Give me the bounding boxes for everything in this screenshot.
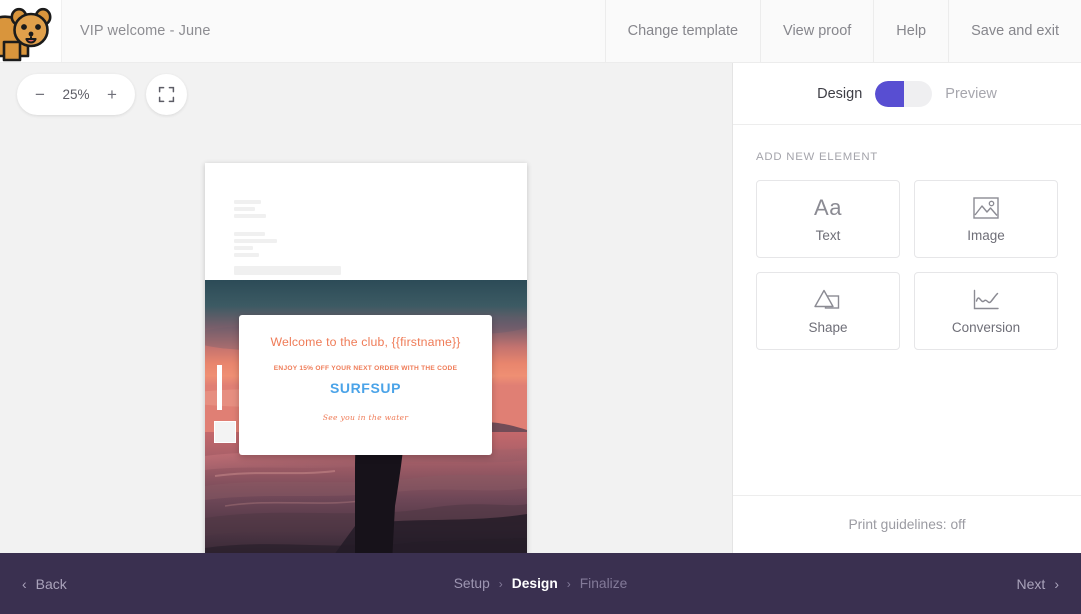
top-bar: VIP welcome - June Change template View … <box>0 0 1081 63</box>
breadcrumb-step-finalize[interactable]: Finalize <box>580 576 628 591</box>
canvas-element-placeholder-square[interactable] <box>214 421 236 443</box>
quokka-mascot-logo-icon <box>0 7 52 62</box>
chevron-right-icon: › <box>498 576 503 591</box>
placeholder-bar <box>234 239 277 243</box>
bottom-bar: ‹ Back Setup › Design › Finalize Next › <box>0 553 1081 614</box>
shape-icon <box>814 287 842 313</box>
zoom-controls: − 25% + <box>17 74 187 115</box>
breadcrumb: Setup › Design › Finalize <box>454 576 628 591</box>
right-side-panel: Design Preview ADD NEW ELEMENT Aa Text I… <box>733 63 1081 553</box>
add-element-text-label: Text <box>815 228 841 243</box>
zoom-pill: − 25% + <box>17 74 135 115</box>
toggle-fill <box>875 80 905 107</box>
placeholder-bar <box>234 232 265 236</box>
add-element-shape-label: Shape <box>808 320 848 335</box>
workspace: − 25% + Welcome to the club, {{firstname… <box>0 63 1081 553</box>
nav-view-proof[interactable]: View proof <box>761 0 875 62</box>
zoom-level-value: 25% <box>62 87 90 102</box>
design-preview-toggle-row: Design Preview <box>733 63 1081 125</box>
hero-message-card[interactable]: Welcome to the club, {{firstname}} ENJOY… <box>239 315 492 455</box>
eye-right <box>35 24 41 30</box>
email-hero-block[interactable]: Welcome to the club, {{firstname}} ENJOY… <box>205 280 527 553</box>
design-preview-toggle[interactable] <box>875 80 933 107</box>
add-element-conversion-card[interactable]: Conversion <box>914 272 1058 350</box>
document-title-cell: VIP welcome - June <box>62 0 606 62</box>
document-header-placeholders <box>205 163 527 280</box>
canvas-area[interactable]: − 25% + Welcome to the club, {{firstname… <box>0 63 733 553</box>
add-element-text-card[interactable]: Aa Text <box>756 180 900 258</box>
app-root: VIP welcome - June Change template View … <box>0 0 1081 614</box>
chevron-right-icon: › <box>566 576 571 591</box>
add-new-element-heading: ADD NEW ELEMENT <box>756 151 879 163</box>
placeholder-bar <box>234 200 261 204</box>
text-aa-icon: Aa <box>814 195 842 221</box>
placeholder-bar-wide <box>234 266 341 275</box>
fit-to-screen-icon <box>158 86 175 103</box>
chevron-right-icon: › <box>1054 575 1059 592</box>
print-guidelines-label: Print guidelines: off <box>848 517 966 532</box>
placeholder-bar <box>234 214 266 218</box>
hero-promo-code: SURFSUP <box>329 380 402 396</box>
breadcrumb-step-setup[interactable]: Setup <box>454 576 490 591</box>
back-button[interactable]: ‹ Back <box>22 576 67 592</box>
next-button[interactable]: Next › <box>1017 576 1059 592</box>
app-logo[interactable] <box>0 0 62 62</box>
eye-left <box>21 24 27 30</box>
zoom-in-button[interactable]: + <box>95 78 129 112</box>
hero-offer-text: ENJOY 15% OFF YOUR NEXT ORDER WITH THE C… <box>273 365 458 372</box>
hero-headline: Welcome to the club, {{firstname}} <box>270 335 461 349</box>
hero-signoff: See you in the water <box>322 413 409 422</box>
add-element-image-card[interactable]: Image <box>914 180 1058 258</box>
text-aa-glyph: Aa <box>814 195 842 220</box>
image-icon <box>973 195 999 221</box>
add-element-image-label: Image <box>967 228 1005 243</box>
nav-help[interactable]: Help <box>874 0 950 62</box>
canvas-element-handle-bar[interactable] <box>217 365 222 410</box>
print-guidelines-toggle[interactable]: Print guidelines: off <box>733 495 1081 553</box>
next-button-label: Next <box>1016 575 1046 592</box>
nose <box>28 31 34 37</box>
fit-to-screen-button[interactable] <box>146 74 187 115</box>
add-element-shape-card[interactable]: Shape <box>756 272 900 350</box>
panel-body: ADD NEW ELEMENT Aa Text Image Shape Conv… <box>733 125 1081 495</box>
add-element-conversion-label: Conversion <box>951 320 1021 335</box>
toggle-label-preview[interactable]: Preview <box>945 86 997 102</box>
placeholder-bar <box>234 207 255 211</box>
placeholder-bar <box>234 246 253 250</box>
nav-save-and-exit[interactable]: Save and exit <box>949 0 1081 62</box>
email-document-canvas[interactable]: Welcome to the club, {{firstname}} ENJOY… <box>205 163 527 553</box>
breadcrumb-step-design[interactable]: Design <box>512 576 558 591</box>
placeholder-bar <box>234 253 259 257</box>
chevron-left-icon: ‹ <box>22 575 27 592</box>
toggle-label-design[interactable]: Design <box>817 86 862 102</box>
document-title: VIP welcome - June <box>80 23 211 39</box>
zoom-out-button[interactable]: − <box>23 78 57 112</box>
back-button-label: Back <box>35 575 67 592</box>
nav-change-template[interactable]: Change template <box>605 0 762 62</box>
line-chart-icon <box>972 287 1000 313</box>
element-card-grid: Aa Text Image Shape Conversion <box>756 180 1058 350</box>
